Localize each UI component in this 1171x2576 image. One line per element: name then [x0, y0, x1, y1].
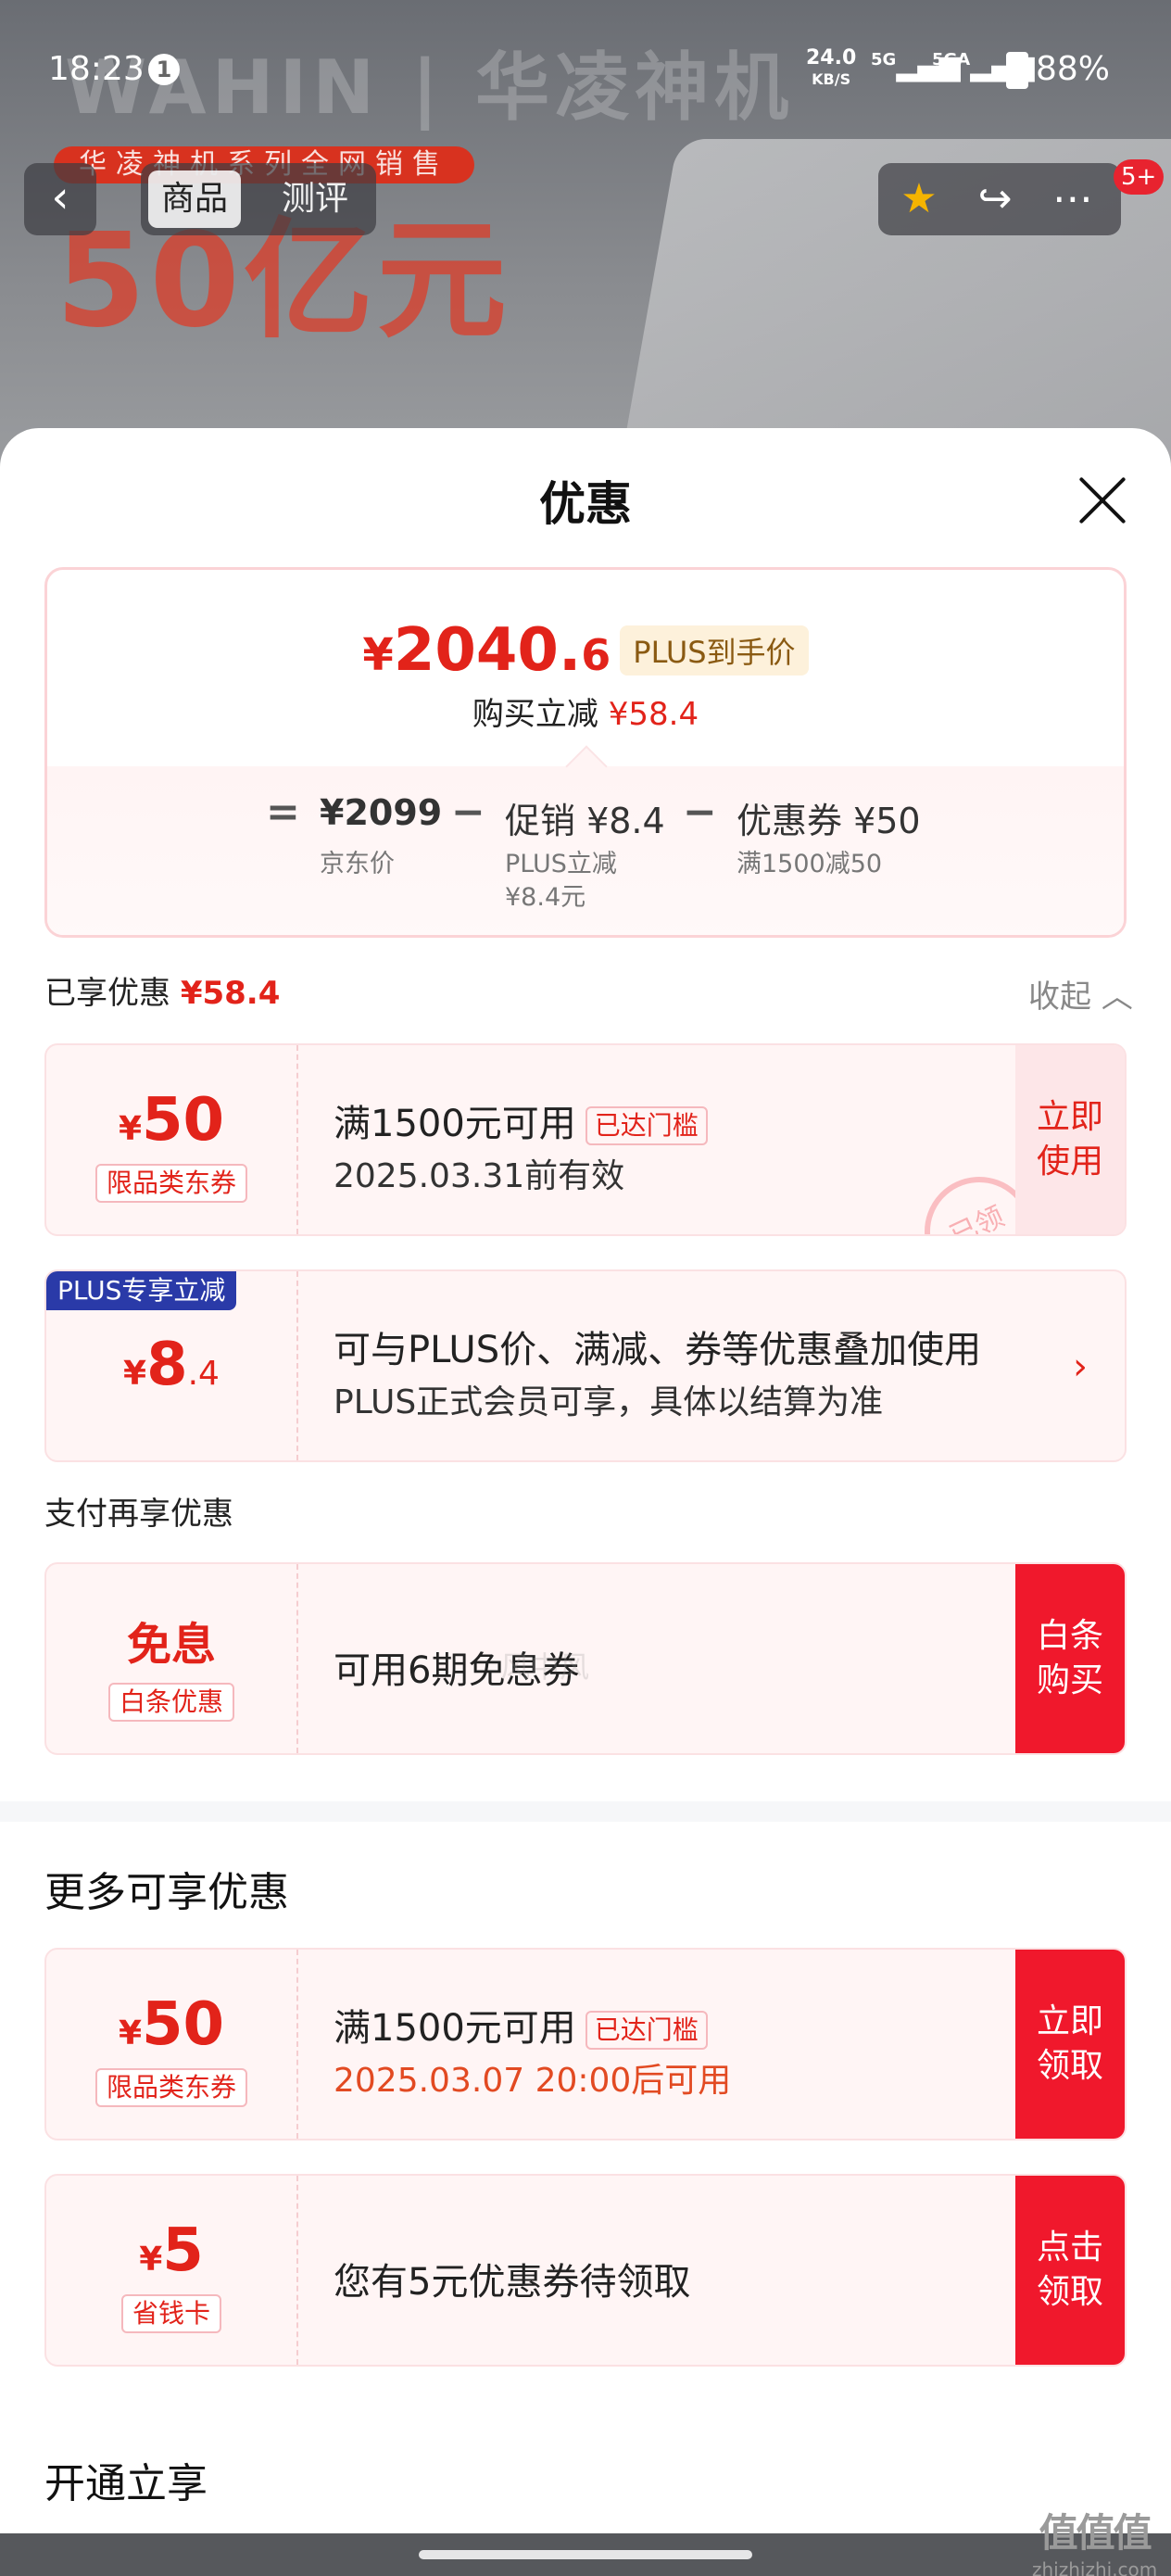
more-section-title: 更多可享优惠: [44, 1869, 289, 1916]
chevron-right-icon: ›: [1073, 1345, 1088, 1388]
plus-discount-title: 可与PLUS价、满减、券等优惠叠加使用: [334, 1329, 982, 1371]
favorite-star-icon[interactable]: ★: [891, 172, 947, 228]
discount-sheet: 优惠 ¥2040.6 PLUS到手价 购买立减 ¥58.4 = ¥2099 京东价…: [0, 428, 1171, 2576]
notification-icon: 1: [148, 54, 180, 85]
discount-label: 购买立减: [472, 696, 598, 733]
nav-actions: ★ ↪ ⋯: [878, 163, 1121, 235]
plus-discount-amount: ¥8.4: [123, 1331, 220, 1399]
threshold-reached-badge: 已达门槛: [585, 2011, 708, 2050]
pay-section-label: 支付再享优惠: [44, 1496, 233, 1533]
coupon-condition: 满1500元可用 已达门槛: [334, 1998, 708, 2052]
coupon-label: 满1500减50: [737, 850, 883, 878]
corner-watermark: 值值值 zhizhizhi.com: [1032, 2502, 1157, 2576]
final-price: ¥2040.6: [362, 616, 611, 685]
coupon-value-area: ¥50 限品类东券: [46, 1950, 298, 2139]
coupon-type-tag: 限品类东券: [94, 2068, 248, 2107]
promo-label-1: PLUS立减: [505, 850, 617, 878]
claim-now-button[interactable]: 立即 领取: [1015, 1950, 1125, 2139]
coupon-type-tag: 限品类东券: [94, 1164, 248, 1203]
coupon-amount: ¥50: [118, 1990, 225, 2059]
jd-price-label: 京东价: [320, 850, 395, 878]
tab-review[interactable]: 测评: [269, 170, 361, 228]
sheet-title: 优惠: [539, 477, 632, 531]
interest-free-label: 免息: [126, 1619, 216, 1671]
price-summary-card: ¥2040.6 PLUS到手价 购买立减 ¥58.4 = ¥2099 京东价 − …: [44, 567, 1127, 938]
equals-sign: =: [266, 789, 300, 836]
coupon-pending-title: 您有5元优惠券待领取: [334, 2261, 691, 2304]
enjoyed-discount-label: 已享优惠 ¥58.4: [44, 975, 281, 1012]
jd-price-value: ¥2099: [320, 792, 443, 833]
click-claim-button[interactable]: 点击 领取: [1015, 2176, 1125, 2365]
coupon-card: ¥5 省钱卡 您有5元优惠券待领取 点击 领取: [44, 2174, 1127, 2367]
coupon-amount: ¥50: [118, 1086, 225, 1155]
baitiao-tag: 白条优惠: [107, 1683, 235, 1722]
home-indicator[interactable]: [419, 2550, 752, 2559]
use-now-button[interactable]: 立即 使用: [1015, 1045, 1125, 1234]
status-bar: 18:23 1 24.0 KB/S 5G▂▄▆ 5GA▂▄▆ 88%: [0, 37, 1171, 104]
baitiao-buy-button[interactable]: 白条 购买: [1015, 1564, 1125, 1753]
open-section-title: 开通立享: [44, 2460, 208, 2507]
coupon-value-area: 免息 白条优惠: [46, 1564, 298, 1753]
coupon-card: ¥50 限品类东券 满1500元可用 已达门槛 2025.03.07 20:00后…: [44, 1948, 1127, 2140]
final-price-row: ¥2040.6 PLUS到手价: [47, 616, 1124, 685]
back-button[interactable]: ‹: [24, 163, 96, 235]
chevron-left-icon: ‹: [51, 171, 69, 223]
watermark-site: zhizhizhi.com: [1032, 2558, 1158, 2576]
share-icon[interactable]: ↪: [967, 172, 1023, 228]
plus-discount-card[interactable]: PLUS专享立减 ¥8.4 可与PLUS价、满减、券等优惠叠加使用 PLUS正式…: [44, 1269, 1127, 1462]
watermark-logo: 值值值: [1039, 2510, 1152, 2556]
minus-sign-2: −: [683, 789, 717, 836]
close-icon[interactable]: [1075, 473, 1130, 528]
collapse-toggle[interactable]: 收起 ︿: [1028, 971, 1133, 1017]
network-speed-value: 24.0: [806, 46, 857, 69]
coupon-value-area: ¥5 省钱卡: [46, 2176, 298, 2365]
battery-level: 88%: [1036, 50, 1111, 88]
minus-sign-1: −: [451, 789, 485, 836]
nav-tabs: 商品 测评: [141, 163, 376, 235]
coupon-expiry: 2025.03.31前有效: [334, 1157, 625, 1195]
tab-product[interactable]: 商品: [148, 170, 242, 228]
section-divider: [0, 1801, 1171, 1822]
more-icon[interactable]: ⋯: [1045, 172, 1101, 228]
status-time: 18:23: [48, 50, 145, 88]
coupon-available-time: 2025.03.07 20:00后可用: [334, 2062, 732, 2100]
plus-exclusive-ribbon: PLUS专享立减: [46, 1271, 237, 1310]
plus-price-tag: PLUS到手价: [620, 625, 809, 676]
promo-value: 促销 ¥8.4: [505, 801, 665, 841]
discount-row: 购买立减 ¥58.4: [47, 688, 1124, 734]
chevron-up-icon: ︿: [1101, 979, 1133, 1016]
coupon-value: 优惠券 ¥50: [737, 801, 921, 841]
threshold-reached-badge: 已达门槛: [585, 1106, 708, 1145]
discount-value: ¥58.4: [608, 696, 699, 733]
promo-label-2: ¥8.4元: [505, 883, 586, 912]
coupon-amount: ¥5: [139, 2216, 204, 2285]
message-badge: 5+: [1114, 159, 1165, 195]
battery-icon: [1006, 52, 1028, 89]
coupon-card: ¥50 限品类东券 满1500元可用 已达门槛 2025.03.31前有效 已领 …: [44, 1043, 1127, 1236]
plus-discount-desc: PLUS正式会员可享，具体以结算为准: [334, 1383, 884, 1421]
coupon-condition: 满1500元可用 已达门槛: [334, 1093, 708, 1147]
coupon-value-area: ¥50 限品类东券: [46, 1045, 298, 1234]
enjoyed-discount-value: ¥58.4: [180, 975, 281, 1012]
saving-card-tag: 省钱卡: [120, 2294, 222, 2333]
network-speed: 24.0 KB/S: [806, 48, 856, 90]
network-speed-unit: KB/S: [812, 70, 851, 88]
watermark-text: 风中风: [500, 1649, 590, 1685]
